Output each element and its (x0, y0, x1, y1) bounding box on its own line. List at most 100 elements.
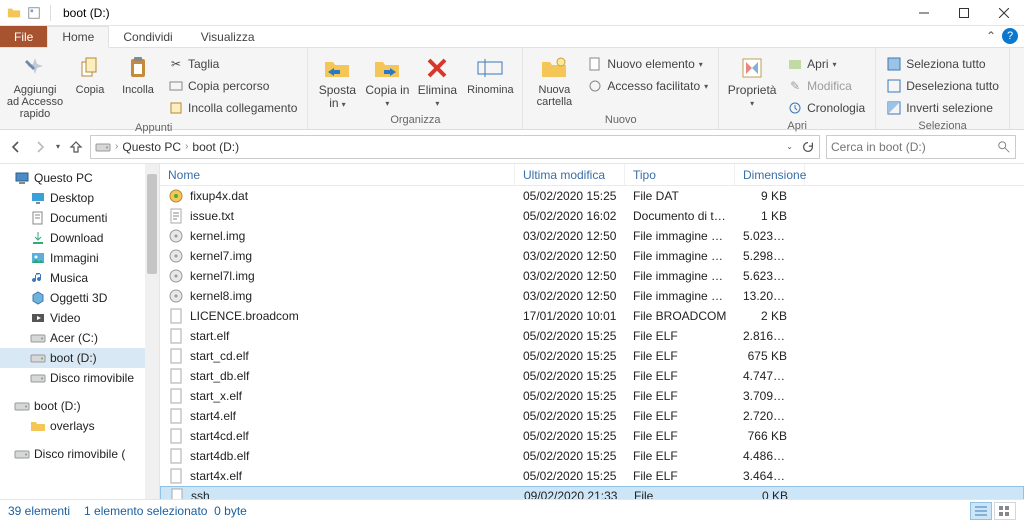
col-modifica[interactable]: Ultima modifica (515, 164, 625, 185)
modifica-button[interactable]: ✎Modifica (783, 76, 869, 96)
tree-item[interactable]: Disco rimovibile ( (0, 444, 159, 464)
tree-item[interactable]: Disco rimovibile (0, 368, 159, 388)
col-dimensione[interactable]: Dimensione (735, 164, 805, 185)
refresh-button[interactable] (801, 140, 815, 154)
table-row[interactable]: LICENCE.broadcom 17/01/2020 10:01 File B… (160, 306, 1024, 326)
tree-item[interactable]: Desktop (0, 188, 159, 208)
tree-item[interactable]: boot (D:) (0, 396, 159, 416)
address-bar[interactable]: › Questo PC › boot (D:) ⌄ (90, 135, 820, 159)
search-input[interactable] (831, 140, 997, 154)
column-headers[interactable]: Nome Ultima modifica Tipo Dimensione (160, 164, 1024, 186)
tree-item[interactable]: Questo PC (0, 168, 159, 188)
close-button[interactable] (984, 0, 1024, 26)
copia-in-button[interactable]: Copia in ▾ (364, 50, 410, 110)
table-row[interactable]: start.elf 05/02/2020 15:25 File ELF 2.81… (160, 326, 1024, 346)
copia-percorso-button[interactable]: Copia percorso (164, 76, 301, 96)
minimize-button[interactable] (904, 0, 944, 26)
search-box[interactable] (826, 135, 1016, 159)
table-row[interactable]: start_x.elf 05/02/2020 15:25 File ELF 3.… (160, 386, 1024, 406)
deseleziona-button[interactable]: Deseleziona tutto (882, 76, 1003, 96)
tab-home[interactable]: Home (47, 26, 109, 48)
tree-item[interactable]: boot (D:) (0, 348, 159, 368)
tab-visualizza[interactable]: Visualizza (187, 26, 269, 47)
copyto-icon (372, 54, 402, 82)
history-dropdown[interactable]: ▾ (56, 142, 60, 151)
tab-condividi[interactable]: Condividi (109, 26, 186, 47)
inverti-button[interactable]: Inverti selezione (882, 98, 1003, 118)
search-icon[interactable] (997, 140, 1011, 154)
icons-view-button[interactable] (994, 502, 1016, 520)
tree-item[interactable]: overlays (0, 416, 159, 436)
rinomina-button[interactable]: Rinomina (464, 50, 516, 96)
incolla-button[interactable]: Incolla (116, 50, 160, 96)
breadcrumb[interactable]: boot (D:) (192, 140, 239, 154)
paste-icon (123, 54, 153, 82)
nav-tree[interactable]: Questo PCDesktopDocumentiDownloadImmagin… (0, 164, 160, 499)
back-button[interactable] (8, 139, 24, 155)
table-row[interactable]: fixup4x.dat 05/02/2020 15:25 File DAT 9 … (160, 186, 1024, 206)
tree-item[interactable]: Documenti (0, 208, 159, 228)
chevron-down-icon[interactable]: ⌄ (786, 142, 793, 151)
tree-item[interactable]: Video (0, 308, 159, 328)
file-icon (168, 388, 184, 404)
table-row[interactable]: start4db.elf 05/02/2020 15:25 File ELF 4… (160, 446, 1024, 466)
table-row[interactable]: issue.txt 05/02/2020 16:02 Documento di … (160, 206, 1024, 226)
forward-button[interactable] (32, 139, 48, 155)
proprieta-button[interactable]: Proprietà ▾ (725, 50, 779, 110)
path-icon (168, 78, 184, 94)
apri-button[interactable]: Apri ▾ (783, 54, 869, 74)
table-row[interactable]: start4x.elf 05/02/2020 15:25 File ELF 3.… (160, 466, 1024, 486)
copia-button[interactable]: Copia (68, 50, 112, 96)
breadcrumb[interactable]: Questo PC (122, 140, 181, 154)
file-size: 5.298 KB (735, 249, 795, 263)
sposta-button[interactable]: Sposta in ▾ (314, 50, 360, 111)
table-row[interactable]: start_db.elf 05/02/2020 15:25 File ELF 4… (160, 366, 1024, 386)
table-row[interactable]: kernel.img 03/02/2020 12:50 File immagin… (160, 226, 1024, 246)
file-size: 9 KB (735, 189, 795, 203)
chevron-right-icon[interactable]: › (115, 141, 118, 152)
details-view-button[interactable] (970, 502, 992, 520)
drive-icon (95, 139, 111, 155)
seleziona-tutto-button[interactable]: Seleziona tutto (882, 54, 1003, 74)
file-date: 05/02/2020 16:02 (515, 209, 625, 223)
scrollbar[interactable] (145, 164, 159, 499)
tree-item[interactable]: Immagini (0, 248, 159, 268)
scrollbar-thumb[interactable] (147, 174, 157, 274)
table-row[interactable]: start4.elf 05/02/2020 15:25 File ELF 2.7… (160, 406, 1024, 426)
table-row[interactable]: start4cd.elf 05/02/2020 15:25 File ELF 7… (160, 426, 1024, 446)
file-size: 2.816 KB (735, 329, 795, 343)
nuovo-elemento-button[interactable]: Nuovo elemento ▾ (583, 54, 712, 74)
col-nome[interactable]: Nome (160, 164, 515, 185)
accesso-facilitato-button[interactable]: Accesso facilitato ▾ (583, 76, 712, 96)
maximize-button[interactable] (944, 0, 984, 26)
table-row[interactable]: kernel7l.img 03/02/2020 12:50 File immag… (160, 266, 1024, 286)
drive-icon (30, 350, 46, 366)
table-row[interactable]: start_cd.elf 05/02/2020 15:25 File ELF 6… (160, 346, 1024, 366)
tree-item[interactable]: Oggetti 3D (0, 288, 159, 308)
file-type: File ELF (625, 429, 735, 443)
pin-button[interactable]: Aggiungi ad Accesso rapido (6, 50, 64, 120)
chevron-right-icon[interactable]: › (185, 141, 188, 152)
collapse-ribbon-icon[interactable]: ⌃ (986, 29, 996, 43)
file-type: File ELF (625, 349, 735, 363)
tree-item[interactable]: Acer (C:) (0, 328, 159, 348)
col-tipo[interactable]: Tipo (625, 164, 735, 185)
table-row[interactable]: kernel8.img 03/02/2020 12:50 File immagi… (160, 286, 1024, 306)
tree-item[interactable]: Musica (0, 268, 159, 288)
elimina-button[interactable]: Elimina ▾ (414, 50, 460, 110)
taglia-button[interactable]: ✂Taglia (164, 54, 301, 74)
file-icon (168, 468, 184, 484)
table-row[interactable]: kernel7.img 03/02/2020 12:50 File immagi… (160, 246, 1024, 266)
up-button[interactable] (68, 139, 84, 155)
nuova-cartella-button[interactable]: Nuova cartella (529, 50, 579, 108)
file-name: LICENCE.broadcom (190, 309, 299, 323)
tree-item[interactable]: Download (0, 228, 159, 248)
incolla-collegamento-button[interactable]: Incolla collegamento (164, 98, 301, 118)
file-icon (168, 428, 184, 444)
drive-icon (30, 370, 46, 386)
cronologia-button[interactable]: Cronologia (783, 98, 869, 118)
help-icon[interactable]: ? (1002, 28, 1018, 44)
properties-icon[interactable] (26, 5, 42, 21)
table-row[interactable]: ssh 09/02/2020 21:33 File 0 KB (160, 486, 1024, 499)
tab-file[interactable]: File (0, 26, 47, 47)
